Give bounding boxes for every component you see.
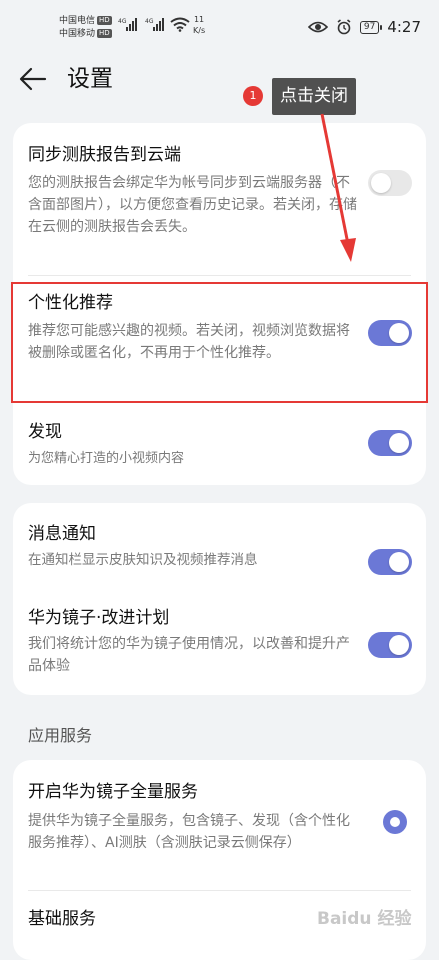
hd-badge: HD — [97, 29, 112, 38]
setting-improvement-plan: 华为镜子·改进计划 我们将统计您的华为镜子使用情况，以改善和提升产品体验 — [13, 589, 426, 695]
setting-description: 在通知栏显示皮肤知识及视频推荐消息 — [28, 552, 258, 568]
signal-4g-icon: 4G — [118, 18, 137, 31]
discover-toggle[interactable] — [368, 430, 412, 456]
eye-icon — [307, 21, 328, 33]
annotation-tooltip: 点击关闭 — [272, 78, 356, 115]
full-service-radio[interactable] — [383, 810, 407, 834]
improvement-plan-toggle[interactable] — [368, 632, 412, 658]
toggle-knob — [389, 635, 409, 655]
page-title: 设置 — [67, 66, 113, 92]
setting-description: 为您精心打造的小视频内容 — [28, 451, 185, 466]
setting-title: 发现 — [28, 422, 62, 442]
status-time: 4:27 — [387, 18, 421, 36]
svg-text:Baidu 经验: Baidu 经验 — [317, 908, 412, 929]
option-full-service[interactable]: 开启华为镜子全量服务 提供华为镜子全量服务，包含镜子、发现（含个性化服务推荐）、… — [13, 760, 426, 890]
baidu-watermark-logo: Baidu 经验 — [317, 908, 412, 929]
carrier-1: 中国电信 — [59, 16, 96, 26]
sync-report-toggle[interactable] — [368, 170, 412, 196]
carrier-info: 中国电信 HD 中国移动 HD — [59, 15, 112, 41]
setting-message-notification: 消息通知 在通知栏显示皮肤知识及视频推荐消息 — [13, 503, 426, 589]
setting-title: 华为镜子·改进计划 — [28, 608, 170, 628]
hd-badge: HD — [97, 16, 112, 25]
setting-title: 消息通知 — [28, 524, 96, 544]
setting-title: 开启华为镜子全量服务 — [28, 782, 198, 802]
setting-title: 基础服务 — [28, 909, 96, 929]
setting-description: 提供华为镜子全量服务，包含镜子、发现（含个性化服务推荐）、AI测肤（含测肤记录云… — [28, 813, 350, 851]
annotation-arrow-icon — [320, 113, 356, 262]
setting-discover: 发现 为您精心打造的小视频内容 — [13, 413, 426, 485]
highlight-box — [11, 282, 428, 403]
annotation-step-badge: 1 — [243, 86, 263, 106]
wifi-icon — [170, 17, 190, 32]
signal-2-label: 4G — [145, 18, 154, 25]
setting-description: 您的测肤报告会绑定华为帐号同步到云端服务器（不含面部图片），以方便您查看历史记录… — [28, 175, 357, 235]
toggle-knob — [371, 173, 391, 193]
divider — [28, 275, 411, 276]
signal-4g-icon: 4G — [145, 18, 164, 31]
alarm-clock-icon — [337, 19, 351, 35]
signal-1-label: 4G — [118, 18, 127, 25]
setting-description: 我们将统计您的华为镜子使用情况，以改善和提升产品体验 — [28, 636, 350, 674]
status-bar: 中国电信 HD 中国移动 HD 4G 4G 11 K/s 97 4:27 — [0, 0, 439, 56]
toggle-knob — [389, 433, 409, 453]
section-header-app-services: 应用服务 — [28, 726, 93, 745]
message-notification-toggle[interactable] — [368, 549, 412, 575]
back-arrow-icon[interactable] — [18, 62, 48, 96]
setting-sync-report-cloud: 同步测肤报告到云端 您的测肤报告会绑定华为帐号同步到云端服务器（不含面部图片），… — [13, 123, 426, 275]
network-speed: 11 K/s — [193, 15, 206, 35]
battery-icon: 97 — [359, 20, 383, 34]
settings-card-notifications: 消息通知 在通知栏显示皮肤知识及视频推荐消息 华为镜子·改进计划 我们将统计您的… — [13, 503, 426, 695]
carrier-2: 中国移动 — [59, 29, 96, 39]
setting-title: 同步测肤报告到云端 — [28, 145, 181, 165]
toggle-knob — [389, 552, 409, 572]
